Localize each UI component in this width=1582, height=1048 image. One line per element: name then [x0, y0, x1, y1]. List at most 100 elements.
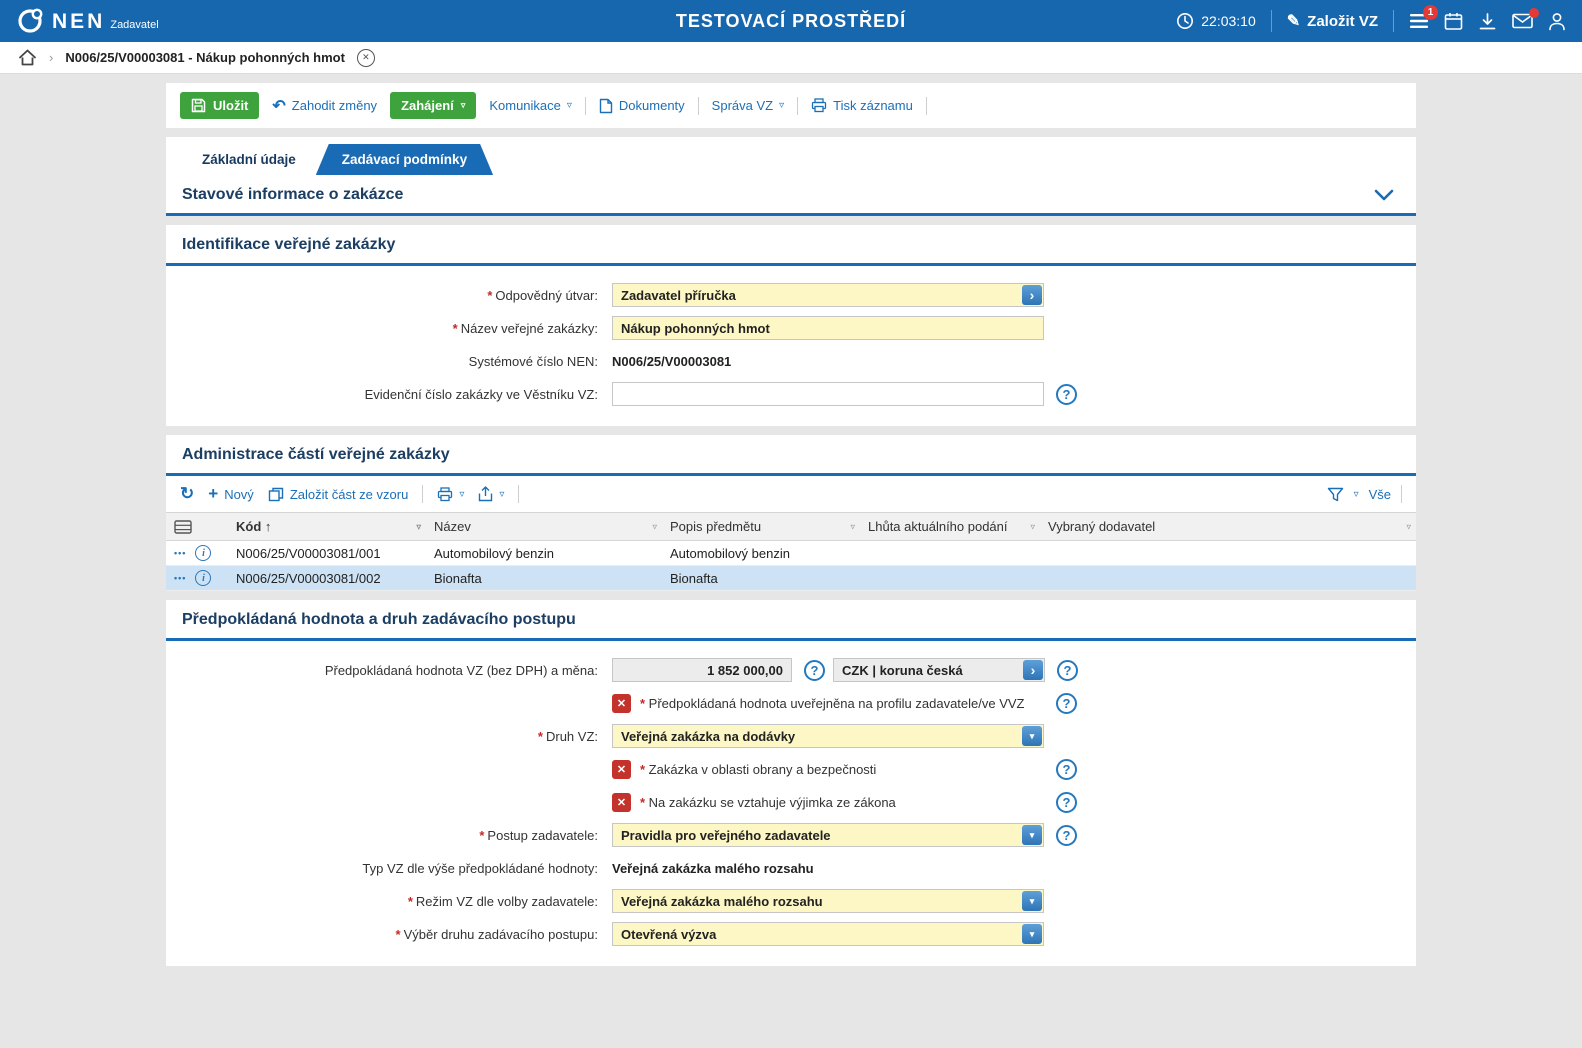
regime-value: Veřejná zakázka malého rozsahu — [613, 894, 1022, 909]
manage-vz-menu[interactable]: Správa VZ ▿ — [712, 98, 784, 113]
responsible-unit-value: Zadavatel příručka — [613, 288, 1022, 303]
view-all-button[interactable]: Vše — [1369, 487, 1391, 502]
column-filter-icon[interactable]: ▿ — [1030, 521, 1035, 532]
row-actions-icon[interactable]: ••• — [174, 548, 186, 558]
field-label: Typ VZ dle výše předpokládané hodnoty: — [166, 861, 612, 876]
field-label: Systémové číslo NEN: — [166, 354, 612, 369]
vz-kind-select[interactable]: Veřejná zakázka na dodávky ▾ — [612, 724, 1044, 748]
published-checkbox-group: ✕ Předpokládaná hodnota uveřejněna na pr… — [612, 694, 1044, 713]
profile-button[interactable] — [1548, 12, 1566, 31]
column-filter-icon[interactable]: ▿ — [850, 521, 855, 532]
chevron-down-icon: ▿ — [567, 100, 572, 111]
calendar-button[interactable] — [1444, 12, 1463, 31]
form-row-vyber-postupu: Výběr druhu zadávacího postupu: Otevřená… — [166, 921, 1416, 947]
procedure-select[interactable]: Pravidla pro veřejného zadavatele ▾ — [612, 823, 1044, 847]
select-dropdown-icon[interactable]: ▾ — [1022, 825, 1042, 845]
download-button[interactable] — [1478, 12, 1497, 31]
tab-zadavaci-podminky[interactable]: Zadávací podmínky — [316, 144, 493, 175]
new-part-button[interactable]: + Nový — [208, 484, 254, 504]
undo-icon: ↶ — [272, 96, 285, 116]
grid-print-button[interactable]: ▿ — [437, 487, 464, 502]
column-header-nazev[interactable]: Název ▿ — [426, 513, 662, 541]
collapse-chevron-icon[interactable] — [1374, 189, 1400, 201]
save-button[interactable]: Uložit — [180, 92, 259, 119]
person-icon — [1548, 12, 1566, 31]
divider — [797, 97, 798, 115]
help-icon[interactable]: ? — [1056, 759, 1077, 780]
lookup-open-icon[interactable]: › — [1022, 285, 1042, 305]
checkbox-no-icon[interactable]: ✕ — [612, 694, 631, 713]
row-info-icon[interactable]: i — [195, 545, 211, 561]
column-header-dodavatel[interactable]: Vybraný dodavatel ▿ — [1040, 513, 1416, 541]
evidence-number-input[interactable] — [612, 382, 1044, 406]
discard-changes-button[interactable]: ↶ Zahodit změny — [272, 96, 377, 116]
help-icon[interactable]: ? — [1056, 693, 1077, 714]
start-button[interactable]: Zahájení ▿ — [390, 92, 476, 119]
spacer — [0, 128, 1582, 137]
breadcrumb-item[interactable]: N006/25/V00003081 - Nákup pohonných hmot — [65, 50, 345, 65]
lookup-open-icon[interactable]: › — [1023, 660, 1043, 680]
documents-button[interactable]: Dokumenty — [599, 98, 685, 114]
column-settings-header[interactable] — [166, 513, 228, 541]
form-row-nazev-vz: Název veřejné zakázky: Nákup pohonných h… — [166, 315, 1416, 341]
table-row-selected[interactable]: ••• i N006/25/V00003081/002 Bionafta Bio… — [166, 566, 1416, 591]
field-label: Evidenční číslo zakázky ve Věstníku VZ: — [166, 387, 612, 402]
breadcrumb-close-icon[interactable]: ✕ — [357, 49, 375, 67]
row-info-icon[interactable]: i — [195, 570, 211, 586]
select-dropdown-icon[interactable]: ▾ — [1022, 726, 1042, 746]
column-header-kod[interactable]: Kód ↑ ▿ — [228, 513, 426, 541]
create-from-template-label: Založit část ze vzoru — [290, 487, 409, 502]
help-icon[interactable]: ? — [804, 660, 825, 681]
select-dropdown-icon[interactable]: ▾ — [1022, 924, 1042, 944]
tab-zakladni-udaje[interactable]: Základní údaje — [176, 144, 322, 175]
help-icon[interactable]: ? — [1056, 825, 1077, 846]
documents-label: Dokumenty — [619, 98, 685, 113]
column-filter-icon[interactable]: ▿ — [1406, 521, 1411, 532]
menu-button[interactable]: 1 — [1409, 13, 1429, 29]
refresh-icon[interactable]: ↻ — [180, 484, 194, 504]
select-dropdown-icon[interactable]: ▾ — [1022, 891, 1042, 911]
column-filter-icon[interactable]: ▿ — [416, 521, 421, 532]
help-icon[interactable]: ? — [1057, 660, 1078, 681]
table-row[interactable]: ••• i N006/25/V00003081/001 Automobilový… — [166, 541, 1416, 566]
plus-icon: + — [208, 484, 218, 504]
help-icon[interactable]: ? — [1056, 384, 1077, 405]
spacer — [0, 74, 1582, 83]
row-actions-icon[interactable]: ••• — [174, 573, 186, 583]
column-header-lhuta[interactable]: Lhůta aktuálního podání ▿ — [860, 513, 1040, 541]
procedure-type-select[interactable]: Otevřená výzva ▾ — [612, 922, 1044, 946]
regime-select[interactable]: Veřejná zakázka malého rozsahu ▾ — [612, 889, 1044, 913]
cell-nazev: Automobilový benzin — [426, 541, 662, 566]
checkbox-no-icon[interactable]: ✕ — [612, 760, 631, 779]
messages-button[interactable] — [1512, 13, 1533, 29]
checkbox-no-icon[interactable]: ✕ — [612, 793, 631, 812]
estimated-value-form: Předpokládaná hodnota VZ (bez DPH) a měn… — [166, 641, 1416, 966]
field-label: Režim VZ dle volby zadavatele: — [166, 894, 612, 909]
top-bar: NEN Zadavatel TESTOVACÍ PROSTŘEDÍ 22:03:… — [0, 0, 1582, 42]
nen-logo-icon — [16, 7, 44, 35]
divider — [585, 97, 586, 115]
identification-block: Identifikace veřejné zakázky Odpovědný ú… — [166, 225, 1416, 426]
topbar-actions: 22:03:10 ✎ Založit VZ 1 — [1176, 10, 1566, 32]
create-vz-button[interactable]: ✎ Založit VZ — [1287, 11, 1378, 31]
cell-kod: N006/25/V00003081/001 — [228, 541, 426, 566]
breadcrumb-separator-icon: › — [49, 50, 53, 65]
column-header-popis[interactable]: Popis předmětu ▿ — [662, 513, 860, 541]
currency-lookup[interactable]: CZK | koruna česká › — [833, 658, 1045, 682]
print-record-label: Tisk záznamu — [833, 98, 913, 113]
responsible-unit-lookup[interactable]: Zadavatel příručka › — [612, 283, 1044, 307]
home-icon — [18, 49, 37, 66]
create-from-template-button[interactable]: Založit část ze vzoru — [268, 487, 409, 502]
print-record-button[interactable]: Tisk záznamu — [811, 98, 913, 113]
communication-menu[interactable]: Komunikace ▿ — [489, 98, 572, 113]
brand[interactable]: NEN Zadavatel — [16, 7, 159, 35]
column-filter-icon[interactable]: ▿ — [652, 521, 657, 532]
filter-icon[interactable] — [1327, 487, 1344, 502]
spacer — [0, 216, 1582, 225]
home-button[interactable] — [18, 49, 37, 66]
cell-dodavatel — [1040, 541, 1416, 566]
vz-name-input[interactable]: Nákup pohonných hmot — [612, 316, 1044, 340]
column-settings-icon — [174, 520, 212, 534]
help-icon[interactable]: ? — [1056, 792, 1077, 813]
export-button[interactable]: ▿ — [478, 486, 504, 502]
